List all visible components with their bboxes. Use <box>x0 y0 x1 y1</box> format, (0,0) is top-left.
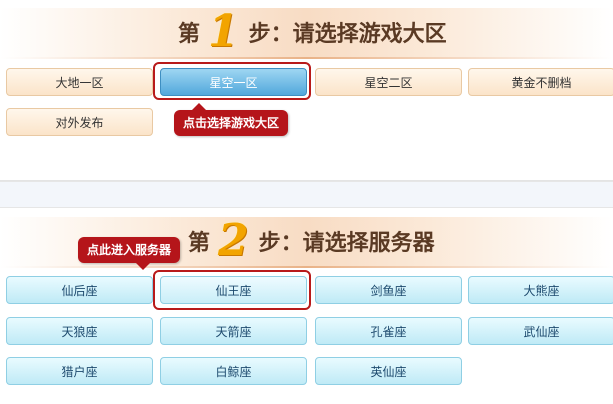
section-separator <box>0 181 613 208</box>
step2-prefix: 第 <box>188 231 211 256</box>
server-button-yingxian[interactable]: 英仙座 <box>315 357 462 385</box>
step2-suffix: 步：请选择服务器 <box>258 231 435 256</box>
step1-divider <box>0 57 613 59</box>
zone-button-huangjin[interactable]: 黄金不删档 <box>468 68 613 96</box>
server-section: 第 2 步：请选择服务器 仙后座 仙王座 剑鱼座 大熊座 天狼座 天箭座 孔雀座… <box>0 207 613 404</box>
server-button-baijing[interactable]: 白鲸座 <box>160 357 307 385</box>
step1-suffix: 步：请选择游戏大区 <box>248 22 447 47</box>
server-button-xianwang[interactable]: 仙王座 <box>160 276 307 304</box>
zone-button-duiwai[interactable]: 对外发布 <box>6 108 153 136</box>
zone-button-xingkong-2[interactable]: 星空二区 <box>315 68 462 96</box>
step2-divider <box>0 266 613 268</box>
server-button-kongque[interactable]: 孔雀座 <box>315 317 462 345</box>
server-tooltip: 点此进入服务器 <box>78 237 181 270</box>
zone-tooltip: 点击选择游戏大区 <box>174 103 289 136</box>
step1-title: 第 1 步：请选择游戏大区 <box>178 6 447 57</box>
server-button-tianlang[interactable]: 天狼座 <box>6 317 153 345</box>
server-button-xianhou[interactable]: 仙后座 <box>6 276 153 304</box>
server-button-jianyu[interactable]: 剑鱼座 <box>315 276 462 304</box>
server-button-tianjian[interactable]: 天箭座 <box>160 317 307 345</box>
zone-button-dadi-1[interactable]: 大地一区 <box>6 68 153 96</box>
step2-title: 第 2 步：请选择服务器 <box>188 215 435 266</box>
server-button-daxiong[interactable]: 大熊座 <box>468 276 613 304</box>
step1-number: 1 <box>208 6 239 57</box>
zone-section: 第 1 步：请选择游戏大区 大地一区 星空一区 星空二区 黄金不删档 对外发布 … <box>0 0 613 181</box>
server-button-wuxian[interactable]: 武仙座 <box>468 317 613 345</box>
step2-number: 2 <box>218 215 249 266</box>
server-button-liehu[interactable]: 猎户座 <box>6 357 153 385</box>
step1-prefix: 第 <box>178 22 201 47</box>
zone-button-xingkong-1[interactable]: 星空一区 <box>160 68 307 96</box>
